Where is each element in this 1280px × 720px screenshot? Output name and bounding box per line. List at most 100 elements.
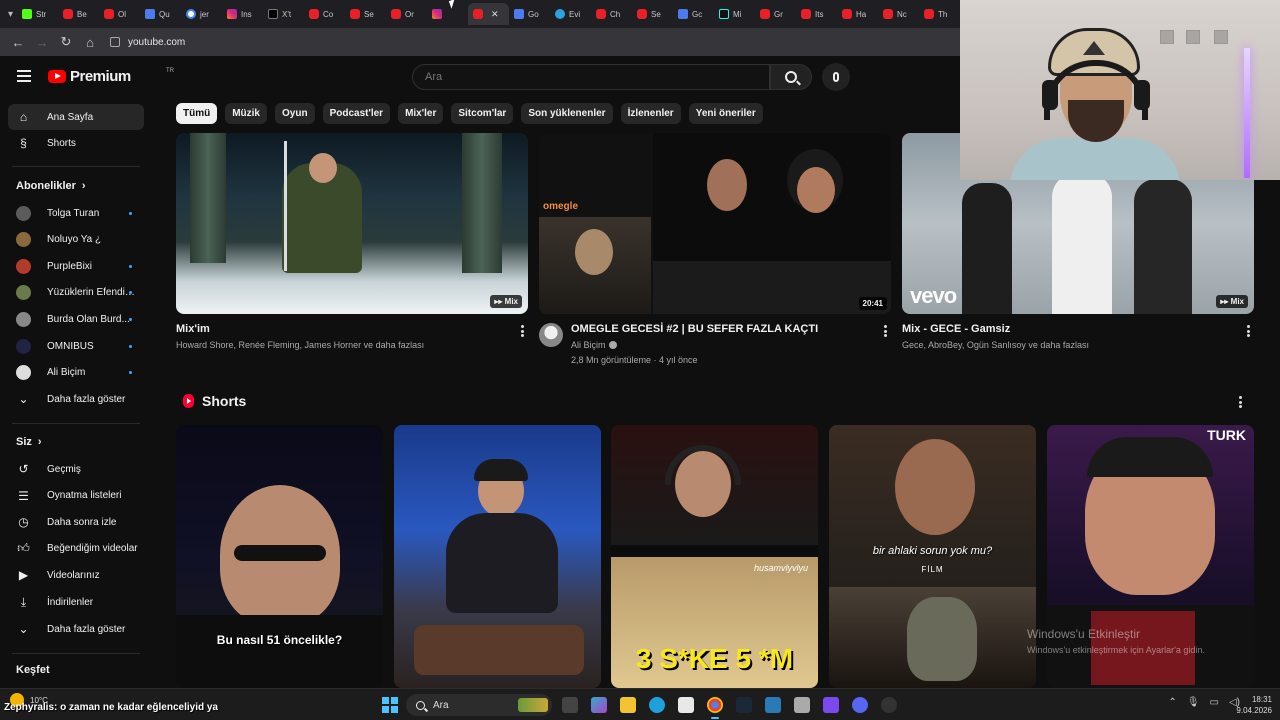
tab-list-chevron-icon[interactable]: ▾ [4, 5, 17, 23]
sidebar-item-home[interactable]: ⌂ Ana Sayfa [8, 104, 144, 130]
sidebar-subscription[interactable]: Tolga Turan [8, 200, 144, 226]
back-arrow-icon[interactable]: ← [6, 30, 30, 54]
video-thumbnail[interactable]: omegle 20:41 [539, 133, 891, 314]
browser-tab[interactable]: Ol [99, 3, 140, 25]
short-card[interactable]: Bu nasıl 51 öncelikle? [176, 425, 383, 688]
filter-chip[interactable]: Podcast'ler [322, 103, 391, 124]
show-more-subscriptions[interactable]: ⌄ Daha fazla göster [8, 386, 144, 412]
sidebar-item-your-videos[interactable]: ▶ Videolarınız [8, 562, 144, 588]
network-icon[interactable]: ▭ [1210, 697, 1219, 708]
filter-chip[interactable]: Müzik [225, 103, 267, 124]
filter-chip[interactable]: Mix'ler [398, 103, 444, 124]
sidebar-item-playlists[interactable]: ☰ Oynatma listeleri [8, 483, 144, 509]
filter-chip[interactable]: Oyun [275, 103, 315, 124]
browser-tab[interactable]: ✕ [468, 3, 509, 25]
filter-chip[interactable]: Sitcom'lar [451, 103, 514, 124]
short-card[interactable] [394, 425, 601, 688]
taskbar-search[interactable]: Ara [406, 694, 552, 716]
settings-icon[interactable] [794, 697, 810, 713]
kick-icon [22, 9, 32, 19]
voice-search-button[interactable] [822, 63, 850, 91]
url-field[interactable]: youtube.com [110, 37, 185, 48]
browser-tab[interactable]: Its [796, 3, 837, 25]
browser-tab[interactable]: Se [632, 3, 673, 25]
show-hidden-icons-icon[interactable]: ⌃ [1168, 697, 1176, 708]
you-heading[interactable]: Siz › [16, 436, 42, 448]
system-clock[interactable]: 18:31 9.04.2026 [1236, 694, 1272, 716]
sidebar-subscription[interactable]: Noluyo Ya ¿ [8, 227, 144, 253]
edge-icon[interactable] [649, 697, 665, 713]
short-card[interactable]: husamvlyvlyu 3 S*KE 5 *M [611, 425, 818, 688]
sidebar-item-shorts[interactable]: § Shorts [8, 130, 144, 156]
subscriptions-heading[interactable]: Abonelikler › [16, 180, 86, 192]
explore-heading-label: Keşfet [16, 664, 50, 676]
short-card[interactable]: bir ahlaki sorun yok mu? FİLM [829, 425, 1036, 688]
filter-chip[interactable]: Son yüklenenler [521, 103, 613, 124]
channel-avatar[interactable] [539, 323, 563, 347]
browser-tab[interactable]: Str [17, 3, 58, 25]
browser-tab[interactable]: Ha [837, 3, 878, 25]
browser-tab[interactable]: Gc [673, 3, 714, 25]
browser-tab[interactable]: Th [919, 3, 960, 25]
browser-tab[interactable]: Gr [755, 3, 796, 25]
sidebar-subscription[interactable]: OMNIBUS [8, 333, 144, 359]
browser-tab[interactable]: Or [386, 3, 427, 25]
sidebar-item-watch-later[interactable]: ◷ Daha sonra izle [8, 509, 144, 535]
search-box[interactable] [412, 64, 770, 90]
browser-tab[interactable]: Evi [550, 3, 591, 25]
menu-icon[interactable] [17, 70, 31, 82]
youtube-premium-logo[interactable]: Premium TR [48, 68, 174, 85]
forward-arrow-icon[interactable]: → [30, 30, 54, 54]
filter-chip[interactable]: Tümü [176, 103, 218, 124]
channel-name[interactable]: Ali Biçim [571, 340, 617, 350]
sidebar-item-history[interactable]: ↺ Geçmiş [8, 456, 144, 482]
browser-tab[interactable]: jer [181, 3, 222, 25]
more-options-icon[interactable] [881, 324, 889, 338]
file-explorer-icon[interactable] [620, 697, 636, 713]
browser-tab[interactable]: Se [345, 3, 386, 25]
more-options-icon[interactable] [1244, 324, 1252, 338]
more-options-icon[interactable] [518, 324, 526, 338]
browser-tab[interactable]: Ch [591, 3, 632, 25]
photos-icon[interactable] [765, 697, 781, 713]
widgets-icon[interactable] [591, 697, 607, 713]
reload-icon[interactable]: ↻ [54, 30, 78, 54]
close-tab-icon[interactable]: ✕ [491, 9, 499, 20]
browser-tab[interactable]: Be [58, 3, 99, 25]
browser-tab[interactable]: Mi [714, 3, 755, 25]
video-title[interactable]: OMEGLE GECESİ #2 | BU SEFER FAZLA KAÇTI [571, 323, 818, 335]
task-view-icon[interactable] [562, 697, 578, 713]
sidebar-subscription[interactable]: Yüzüklerin Efendisi ... [8, 280, 144, 306]
site-info-icon[interactable] [110, 37, 120, 47]
chrome-icon[interactable] [707, 697, 723, 719]
obsidian-icon[interactable] [823, 697, 839, 713]
obs-icon[interactable] [881, 697, 897, 713]
show-more-you[interactable]: ⌄ Daha fazla göster [8, 616, 144, 642]
windows-start-icon[interactable] [382, 697, 398, 713]
discord-icon[interactable] [852, 697, 868, 713]
home-icon[interactable]: ⌂ [78, 30, 102, 54]
more-options-icon[interactable] [1236, 395, 1244, 409]
video-title[interactable]: Mix'im [176, 323, 210, 335]
browser-tab[interactable]: X't [263, 3, 304, 25]
browser-tab[interactable]: Go [509, 3, 550, 25]
video-title[interactable]: Mix - GECE - Gamsiz [902, 323, 1010, 335]
search-input[interactable] [425, 71, 769, 83]
microphone-tray-icon[interactable]: 🎙︎ [1187, 697, 1200, 708]
search-button[interactable] [770, 64, 812, 90]
sidebar-item-like[interactable]: 👍︎ Beğendiğim videolar [8, 536, 144, 562]
steam-icon[interactable] [736, 697, 752, 713]
sidebar-subscription[interactable]: Burda Olan Burd... [8, 306, 144, 332]
video-thumbnail[interactable]: ▸▸ Mix [176, 133, 528, 314]
store-icon[interactable] [678, 697, 694, 713]
browser-tab[interactable]: Ins [222, 3, 263, 25]
browser-tab[interactable]: Co [304, 3, 345, 25]
browser-tab[interactable] [427, 3, 468, 25]
filter-chip[interactable]: İzlenenler [620, 103, 681, 124]
sidebar-subscription[interactable]: Ali Biçim [8, 360, 144, 386]
sidebar-item-download[interactable]: ⤓ İndirilenler [8, 589, 144, 615]
filter-chip[interactable]: Yeni öneriler [688, 103, 763, 124]
browser-tab[interactable]: Nc [878, 3, 919, 25]
browser-tab[interactable]: Qu [140, 3, 181, 25]
sidebar-subscription[interactable]: PurpleBixi [8, 253, 144, 279]
